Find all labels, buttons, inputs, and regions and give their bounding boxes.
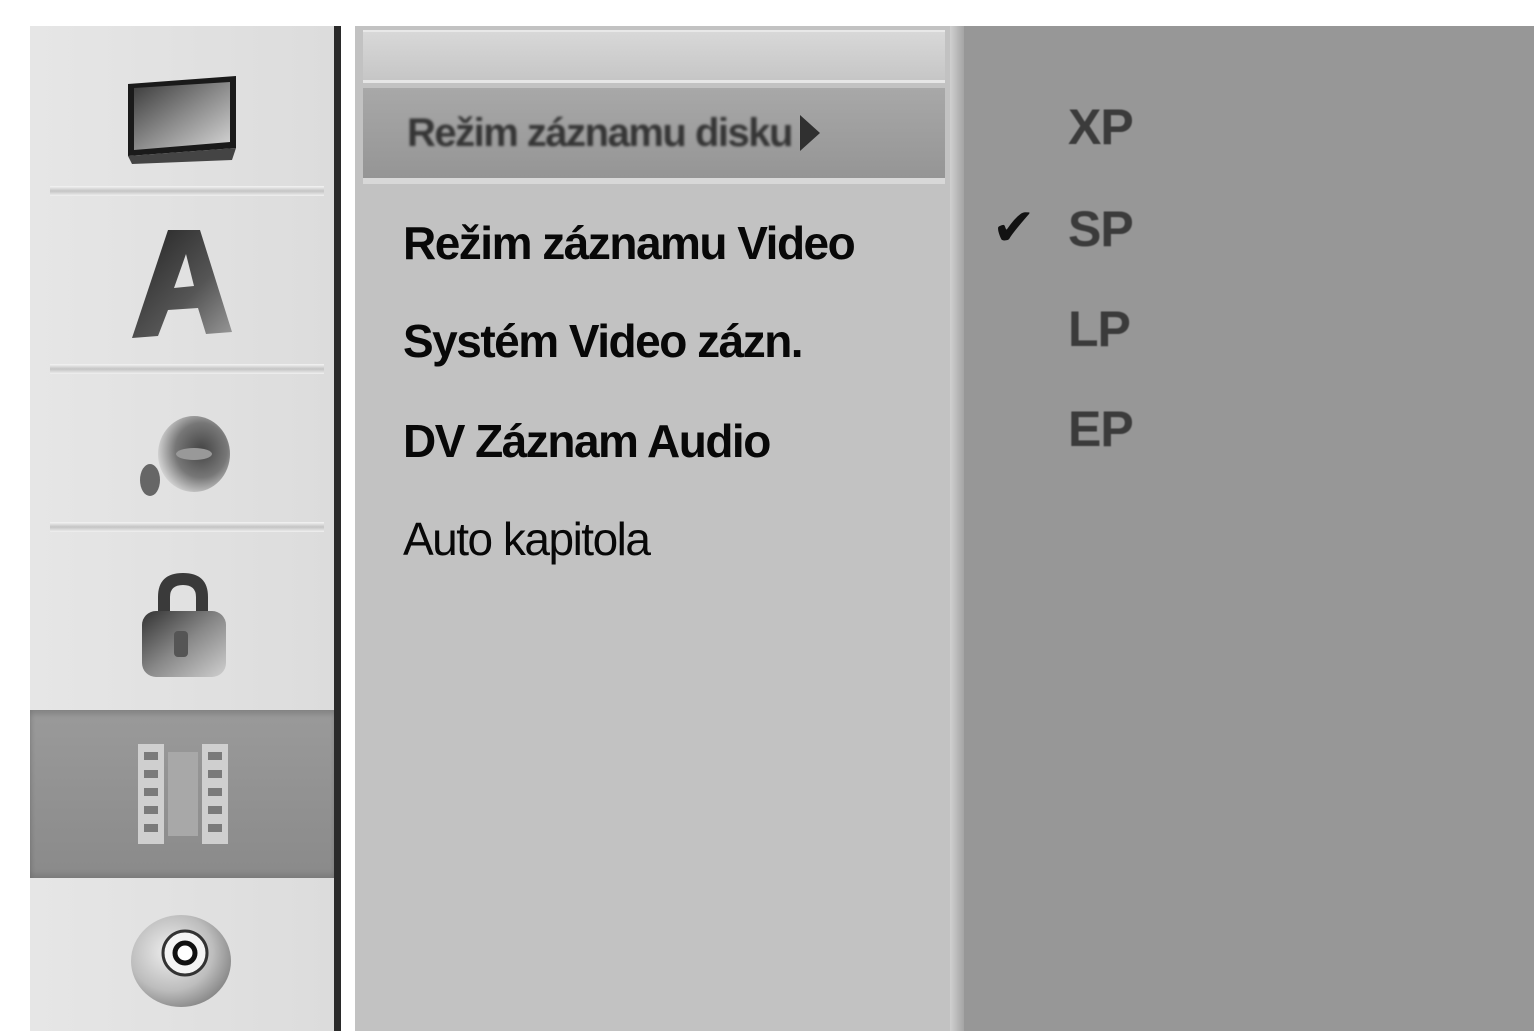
menu-panel-edge [950,26,964,1031]
menu-header-bar [363,30,945,83]
sidebar-item-display[interactable] [30,44,336,194]
category-sidebar [30,26,336,1031]
sidebar-item-audio[interactable] [30,382,336,522]
sidebar-separator [50,364,324,374]
arrow-right-icon [799,115,820,151]
letter-a-icon [132,230,232,338]
setup-menu-screen: Režim záznamu disku Režim záznamu Video … [0,0,1534,1031]
sidebar-separator [50,522,324,532]
sidebar-item-lock[interactable] [30,540,336,710]
menu-item-dv-record-audio[interactable]: DV Záznam Audio [403,414,771,468]
audio-speaker-icon [140,416,230,496]
settings-menu: Režim záznamu disku Režim záznamu Video … [355,26,950,1031]
sidebar-item-disc[interactable] [30,878,336,1031]
menu-item-auto-chapter[interactable]: Auto kapitola [403,512,651,566]
menu-item-video-record-mode[interactable]: Režim záznamu Video [403,216,856,270]
tv-screen-icon [128,76,236,164]
option-ep[interactable]: EP [1068,400,1134,458]
lock-icon [142,573,226,677]
menu-item-disc-record-mode[interactable]: Režim záznamu disku [363,88,945,184]
sidebar-item-recording[interactable] [30,710,336,878]
sidebar-separator [50,186,324,196]
menu-item-label: Režim záznamu disku [407,110,793,155]
sidebar-divider [334,26,341,1031]
menu-item-video-record-system[interactable]: Systém Video zázn. [403,314,804,368]
film-strip-icon [138,744,228,844]
option-xp[interactable]: XP [1068,98,1134,156]
disc-icon [131,914,231,1007]
sidebar-item-language[interactable] [30,204,336,364]
option-lp[interactable]: LP [1068,300,1131,358]
checkmark-icon: ✔ [992,199,1036,257]
option-sp[interactable]: SP [1068,200,1134,258]
options-panel: XP ✔ SP LP EP [964,26,1534,1031]
